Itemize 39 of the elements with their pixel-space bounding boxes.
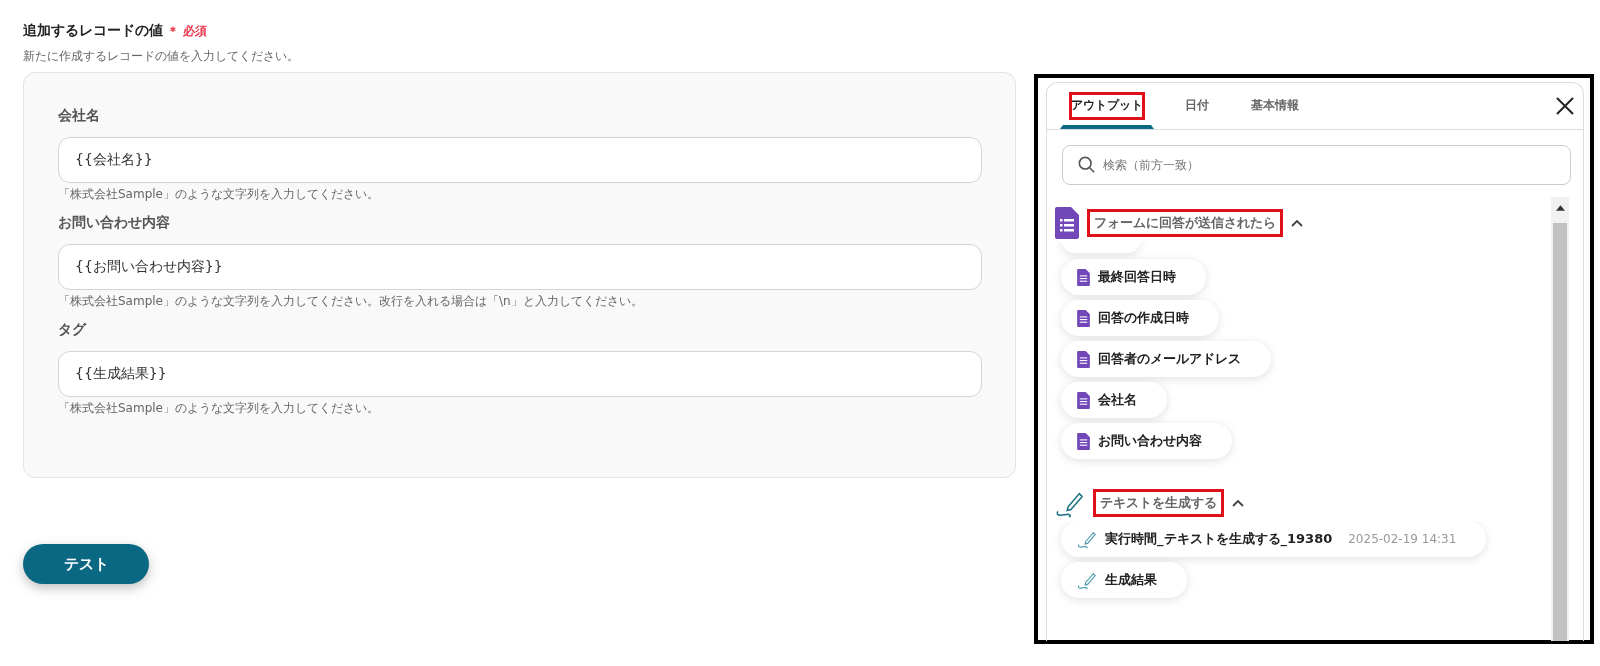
field-label: 会社名 xyxy=(58,107,101,125)
timestamp: 2025-02-19 14:31 xyxy=(1348,532,1457,546)
field-hint: 「株式会社Sample」のような文字列を入力してください。 xyxy=(58,400,380,416)
input-field[interactable]: {{生成結果}} xyxy=(58,351,982,397)
form-icon xyxy=(1077,432,1090,450)
tab[interactable]: 基本情報 xyxy=(1240,83,1310,129)
form-icon xyxy=(1077,391,1090,409)
tab[interactable]: 日付 xyxy=(1174,83,1220,129)
section-title: 追加するレコードの値 xyxy=(23,22,163,40)
pen-icon xyxy=(1077,570,1097,590)
output-chip[interactable]: 実行時間_テキストを生成する_19380 2025-02-19 14:31 xyxy=(1061,521,1487,557)
output-chip[interactable]: お問い合わせ内容 xyxy=(1061,423,1232,459)
input-field[interactable]: {{会社名}} xyxy=(58,137,982,183)
field-label: お問い合わせ内容 xyxy=(58,214,171,232)
test-button[interactable]: テスト xyxy=(23,544,149,584)
section-description: 新たに作成するレコードの値を入力してください。 xyxy=(23,48,300,64)
scrollbar[interactable] xyxy=(1551,197,1569,641)
output-chip[interactable]: 最終回答日時 xyxy=(1061,259,1206,295)
field-label: タグ xyxy=(58,321,88,339)
scroll-up-icon[interactable] xyxy=(1555,205,1565,211)
search-field[interactable]: 検索（前方一致） xyxy=(1062,145,1571,185)
field-hint: 「株式会社Sample」のような文字列を入力してください。 xyxy=(58,186,380,202)
output-chip[interactable]: 回答の作成日時 xyxy=(1061,300,1219,336)
form-icon xyxy=(1077,268,1090,286)
form-icon xyxy=(1077,350,1090,368)
close-icon[interactable] xyxy=(1555,96,1575,116)
required-mark: ＊ 必須 xyxy=(167,23,208,40)
field-hint: 「株式会社Sample」のような文字列を入力してください。改行を入れる場合は「\n」と入力してください。 xyxy=(58,293,644,309)
input-field[interactable]: {{お問い合わせ内容}} xyxy=(58,244,982,290)
chevron-icon[interactable] xyxy=(1291,219,1303,227)
output-chip[interactable]: 会社名 xyxy=(1061,382,1167,418)
output-chip[interactable]: 生成結果 xyxy=(1061,562,1187,598)
group-title: テキストを生成する xyxy=(1093,489,1224,517)
output-chip[interactable]: 回答者のメールアドレス xyxy=(1061,341,1271,377)
chevron-icon[interactable] xyxy=(1232,499,1244,507)
form-icon xyxy=(1077,309,1090,327)
pen-icon xyxy=(1077,529,1097,549)
group-title: フォームに回答が送信されたら xyxy=(1087,209,1283,237)
tab[interactable]: アウトプット xyxy=(1060,83,1154,129)
